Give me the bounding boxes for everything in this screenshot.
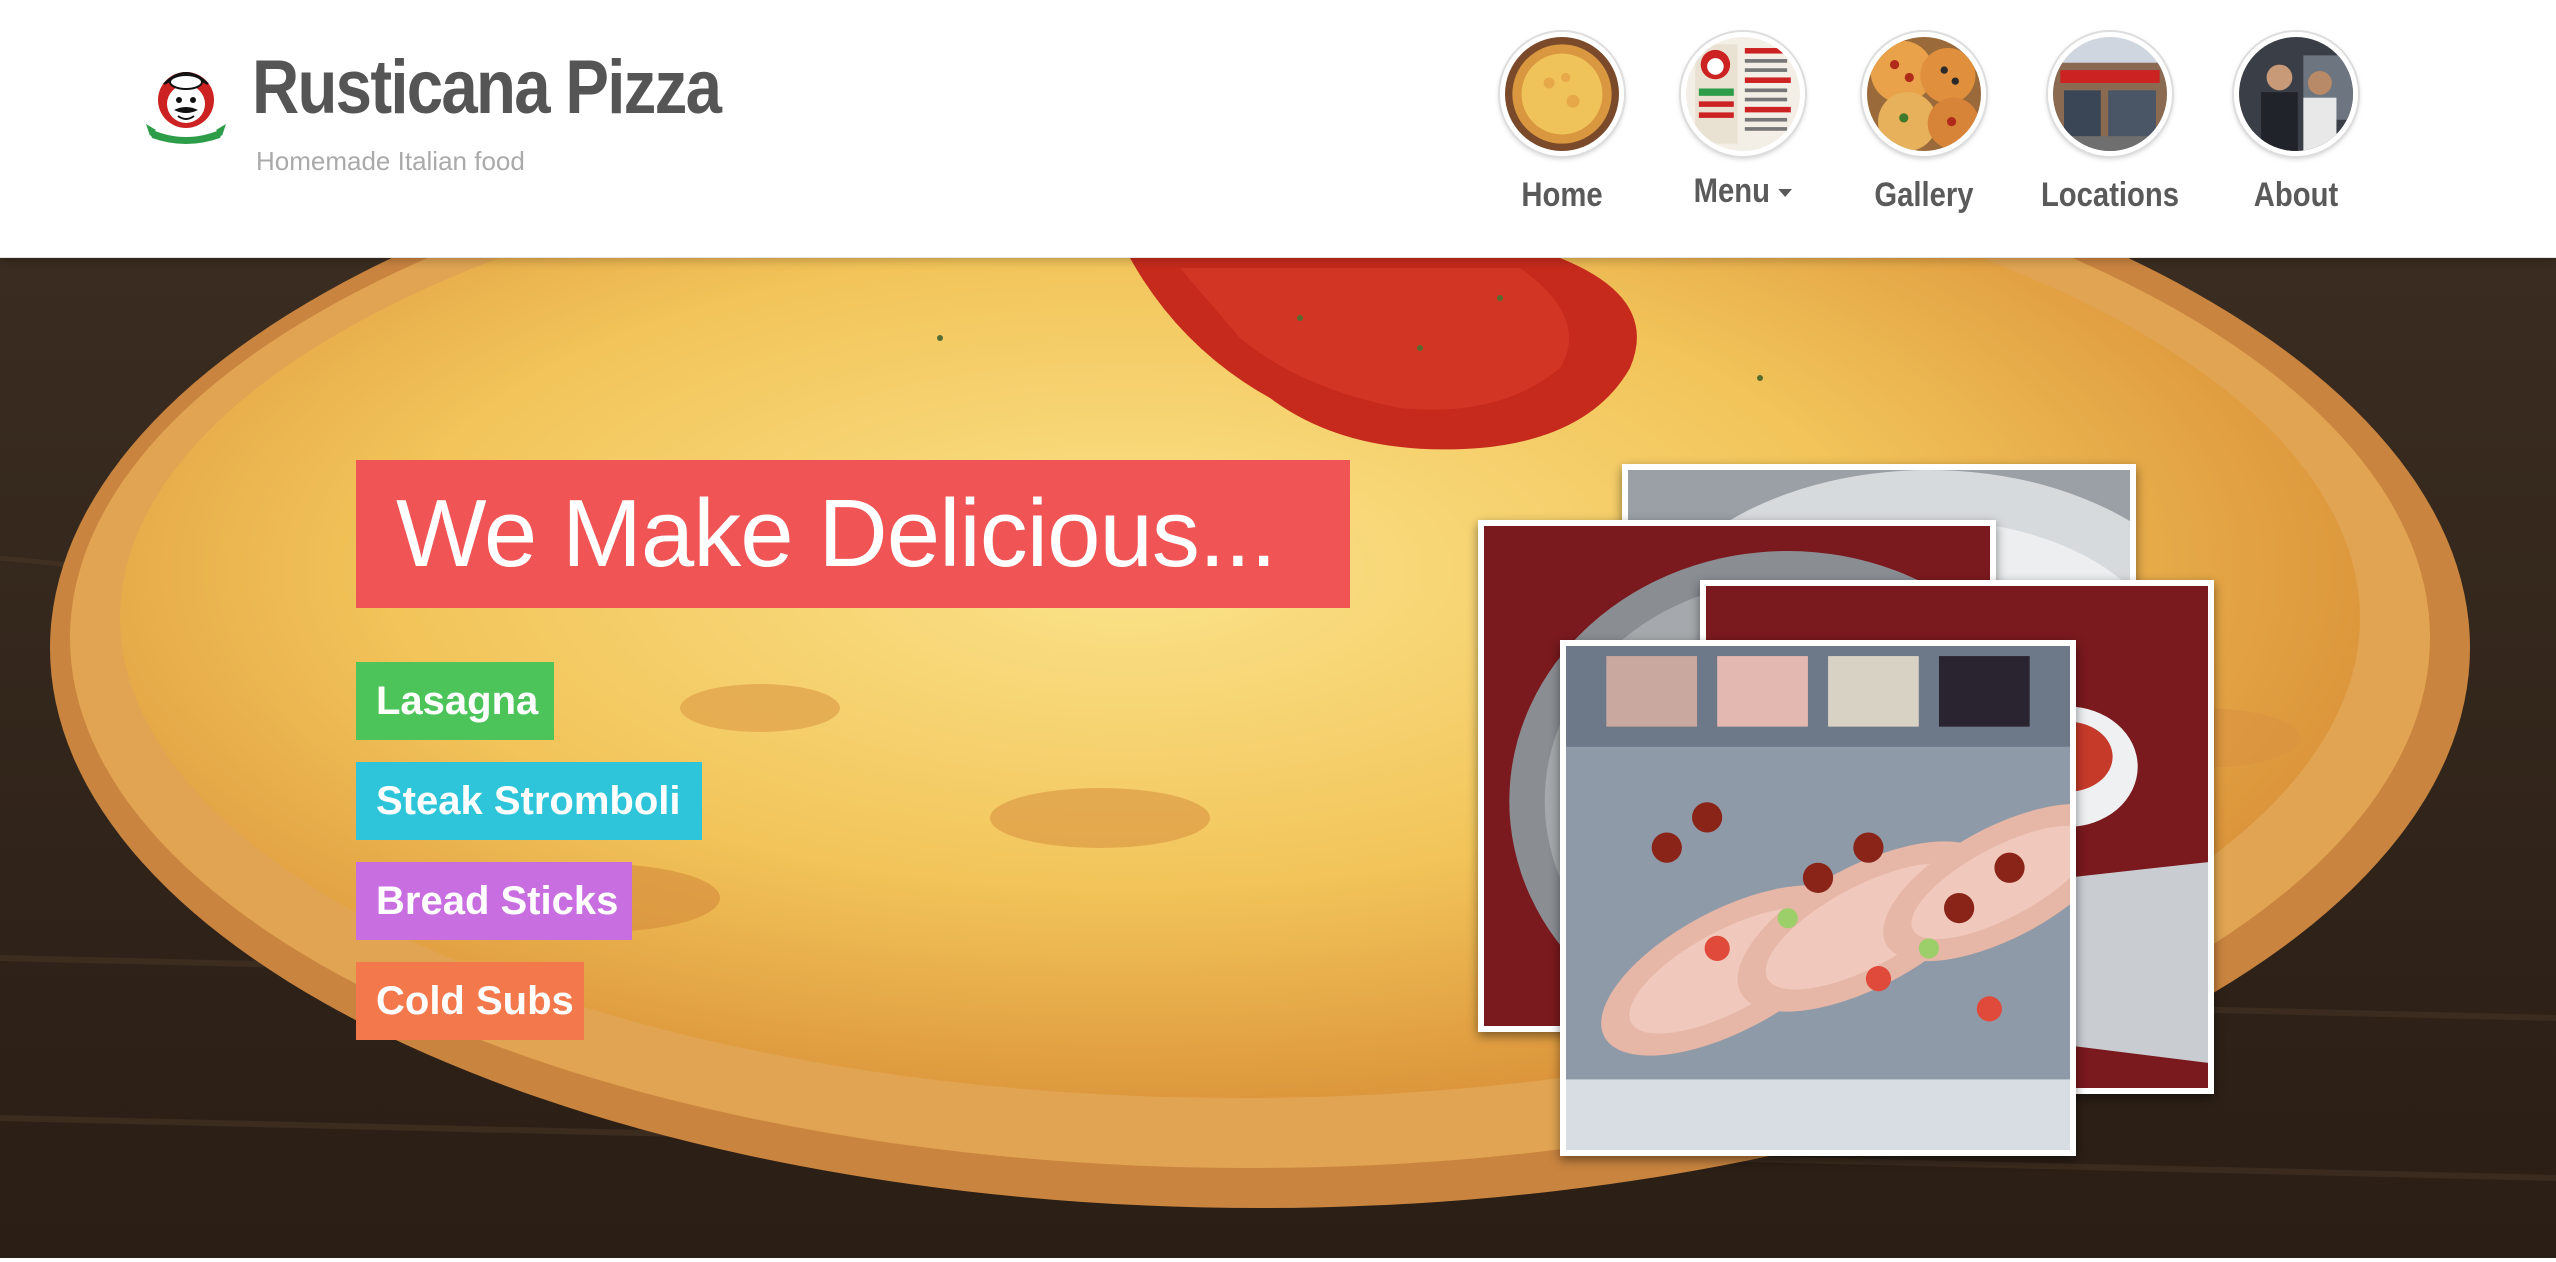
hero-bottom-border <box>0 1258 2556 1262</box>
chevron-down-icon <box>1778 189 1793 198</box>
staff-thumbnail[interactable] <box>2234 32 2358 156</box>
menu-tag-bread-sticks[interactable]: Bread Sticks <box>356 862 632 940</box>
nav-item-gallery[interactable]: Gallery <box>1834 32 2014 215</box>
nav-label-menu: Menu <box>1666 172 1821 211</box>
nav-item-menu[interactable]: Menu <box>1653 32 1833 211</box>
nav-item-home[interactable]: Home <box>1472 32 1652 215</box>
cheese-pizza-thumbnail[interactable] <box>1500 32 1624 156</box>
menu-tag-cold-subs[interactable]: Cold Subs <box>356 962 584 1040</box>
cold-subs-photo-image <box>1566 646 2070 1150</box>
pizzas-thumbnail[interactable] <box>1862 32 1986 156</box>
chef-mascot-logo[interactable] <box>142 58 230 146</box>
nav-item-about[interactable]: About <box>2206 32 2386 215</box>
hero-section: We Make Delicious... Lasagna Steak Strom… <box>0 258 2556 1262</box>
menu-tag-steak-stromboli[interactable]: Steak Stromboli <box>356 762 702 840</box>
site-header: Rusticana Pizza Homemade Italian food Ho… <box>0 0 2556 258</box>
nav-label-about: About <box>2253 176 2339 214</box>
menu-flyer-thumbnail[interactable] <box>1681 32 1805 156</box>
site-tagline: Homemade Italian food <box>256 146 525 176</box>
menu-tag-lasagna[interactable]: Lasagna <box>356 662 554 740</box>
cold-subs-photo[interactable] <box>1560 640 2076 1156</box>
nav-item-locations[interactable]: Locations <box>2020 32 2200 215</box>
nav-label-gallery: Gallery <box>1874 176 1974 214</box>
hero-headline: We Make Delicious... <box>356 460 1350 608</box>
nav-label-home: Home <box>1521 176 1603 214</box>
nav-label-locations: Locations <box>2040 176 2180 214</box>
storefront-thumbnail[interactable] <box>2048 32 2172 156</box>
site-title[interactable]: Rusticana Pizza <box>252 44 722 131</box>
